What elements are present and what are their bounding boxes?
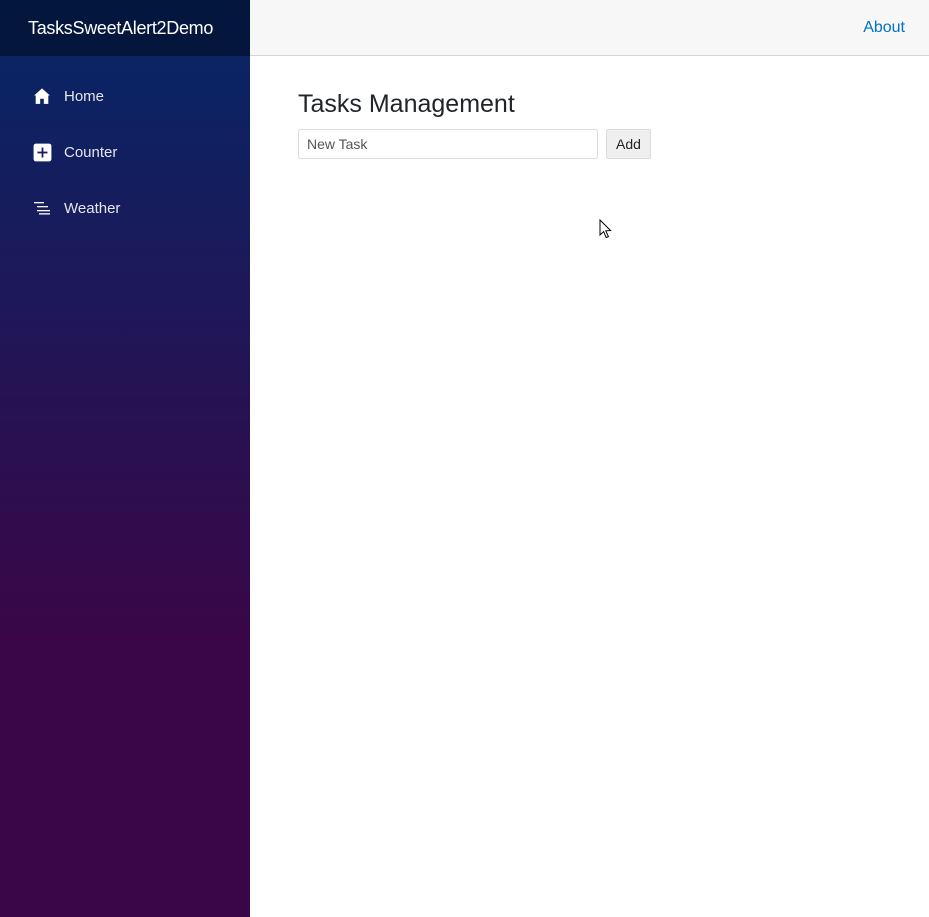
home-icon	[32, 86, 52, 106]
list-rich-icon	[32, 198, 52, 218]
sidebar-item-label: Counter	[64, 143, 118, 161]
page-title: Tasks Management	[298, 90, 515, 118]
task-form: Add	[298, 129, 929, 159]
sidebar-item-home[interactable]: Home	[0, 68, 250, 124]
brand-link[interactable]: TasksSweetAlert2Demo	[28, 18, 213, 39]
new-task-input[interactable]	[298, 129, 598, 159]
main-area: About Tasks Management Add	[250, 0, 929, 917]
top-bar: About	[250, 0, 929, 56]
plus-square-icon	[32, 142, 52, 162]
sidebar-item-label: Home	[64, 87, 105, 105]
sidebar-item-counter[interactable]: Counter	[0, 124, 250, 180]
sidebar-item-weather[interactable]: Weather	[0, 180, 250, 236]
about-link[interactable]: About	[863, 19, 905, 37]
sidebar-nav: Home Counter Weather	[0, 56, 250, 236]
app-root: TasksSweetAlert2Demo Home Counter Weathe…	[0, 0, 929, 917]
add-task-button[interactable]: Add	[606, 129, 651, 159]
sidebar-item-label: Weather	[64, 199, 121, 217]
page-content: Tasks Management Add	[250, 56, 929, 159]
sidebar: TasksSweetAlert2Demo Home Counter Weathe…	[0, 0, 250, 917]
brand-bar: TasksSweetAlert2Demo	[0, 0, 250, 56]
